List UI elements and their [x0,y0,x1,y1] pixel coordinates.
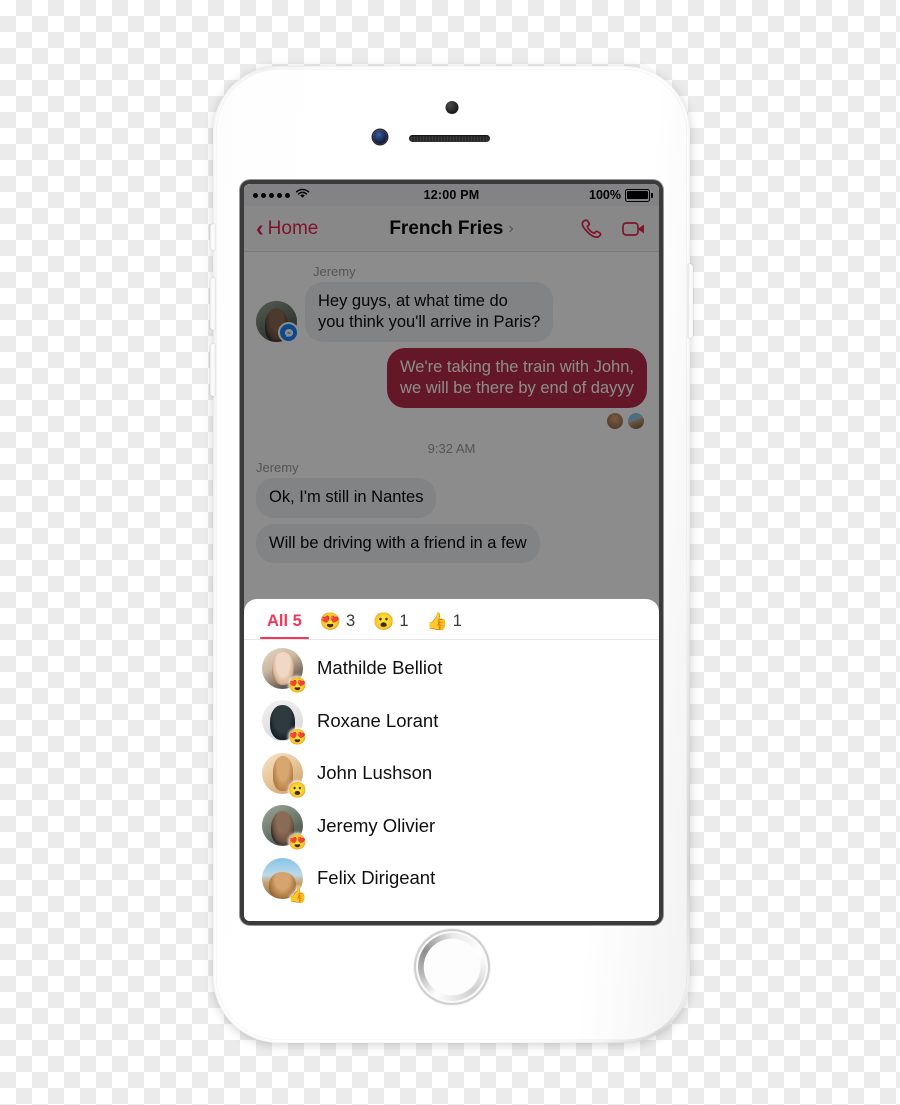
conversation-title-label: French Fries [389,217,504,239]
reaction-emoji-icon: 😍 [288,676,307,694]
reaction-people-list: 😍 Mathilde Belliot 😍 Roxane Lorant 😮 Joh… [244,640,659,921]
person-name: Mathilde Belliot [317,657,443,679]
jeremy-avatar[interactable] [256,301,299,344]
phone-device: 12:00 PM 100% ‹ Home French Fries › Jere… [210,66,693,1043]
thumbs-up-emoji-icon: 👍 [426,612,448,631]
list-item[interactable]: 😍 Mathilde Belliot [244,642,659,695]
reaction-tabs: All 5 😍 3 😮 1 👍 1 [244,599,659,640]
video-camera-icon[interactable] [621,217,647,241]
message-sender-name: Jeremy [313,264,356,279]
wow-emoji-icon: 😮 [373,612,395,631]
tab-all-label: All 5 [267,612,302,630]
avatar: 😍 [262,700,307,745]
read-receipt-felix-avatar [627,412,645,431]
avatar: 👍 [262,857,307,903]
message-bubble-incoming-3[interactable]: Will be driving with a friend in a few [256,523,540,563]
navigation-actions [578,217,647,241]
back-button-label: Home [267,217,319,239]
person-name: Felix Dirigeant [317,867,436,889]
proximity-sensor-icon [373,130,387,144]
message-bubble-incoming-2[interactable]: Ok, I'm still in Nantes [256,478,437,518]
person-name: Jeremy Olivier [317,814,436,836]
reaction-emoji-icon: 😍 [288,729,307,747]
list-item[interactable]: 👍 Felix Dirigeant [244,852,659,905]
back-chevron-icon: ‹ [256,215,264,241]
tab-wow-reaction[interactable]: 😮 1 [364,612,417,639]
phone-icon[interactable] [578,217,604,241]
reactions-sheet: All 5 😍 3 😮 1 👍 1 😍 Mathilde Belliot 😍 R… [244,599,659,921]
status-bar: 12:00 PM 100% [244,184,659,206]
message-bubble-incoming[interactable]: Hey guys, at what time do you think you'… [305,282,554,343]
tab-all-reactions[interactable]: All 5 [258,612,311,639]
messenger-badge-icon [278,322,299,344]
power-button[interactable] [688,264,693,338]
volume-down-button[interactable] [210,344,215,396]
list-item[interactable]: 😮 John Lushson [244,747,659,800]
volume-up-button[interactable] [210,278,215,330]
person-name: Roxane Lorant [317,709,439,731]
reaction-emoji-icon: 😍 [288,834,307,852]
chevron-right-icon: › [508,219,514,237]
message-bubble-outgoing[interactable]: We're taking the train with John, we wil… [387,348,647,409]
home-button[interactable] [415,931,488,1003]
earpiece-speaker [409,135,490,142]
read-receipt-avatars [256,412,645,431]
tab-heart-eyes-count: 3 [346,612,356,630]
front-camera-icon [445,101,458,114]
mute-switch[interactable] [210,224,215,250]
tab-thumbs-up-reaction[interactable]: 👍 1 [418,612,471,639]
navigation-bar: ‹ Home French Fries › [244,206,659,252]
read-receipt-john-avatar [606,412,624,431]
status-bar-clock: 12:00 PM [423,188,480,202]
message-timestamp: 9:32 AM [427,441,476,457]
person-name: John Lushson [317,762,433,784]
phone-screen: 12:00 PM 100% ‹ Home French Fries › Jere… [244,184,659,921]
list-item[interactable]: 😍 Roxane Lorant [244,695,659,748]
avatar: 😮 [262,752,307,798]
reaction-emoji-icon: 😮 [288,781,307,799]
list-item[interactable]: 😍 Jeremy Olivier [244,800,659,853]
message-group-incoming: Ok, I'm still in Nantes Will be driving … [256,478,647,563]
message-sender-name-2: Jeremy [256,460,299,476]
tab-heart-eyes-reaction[interactable]: 😍 3 [311,612,364,639]
avatar: 😍 [262,647,307,693]
message-row-incoming: Hey guys, at what time do you think you'… [256,282,647,344]
tab-wow-count: 1 [399,612,409,630]
reaction-emoji-icon: 👍 [288,886,307,904]
heart-eyes-emoji-icon: 😍 [319,612,342,631]
tab-thumbs-up-count: 1 [452,612,462,630]
avatar: 😍 [262,805,307,850]
back-button[interactable]: ‹ Home [256,217,318,240]
battery-icon [625,188,653,202]
message-row-outgoing: We're taking the train with John, we wil… [256,348,647,409]
